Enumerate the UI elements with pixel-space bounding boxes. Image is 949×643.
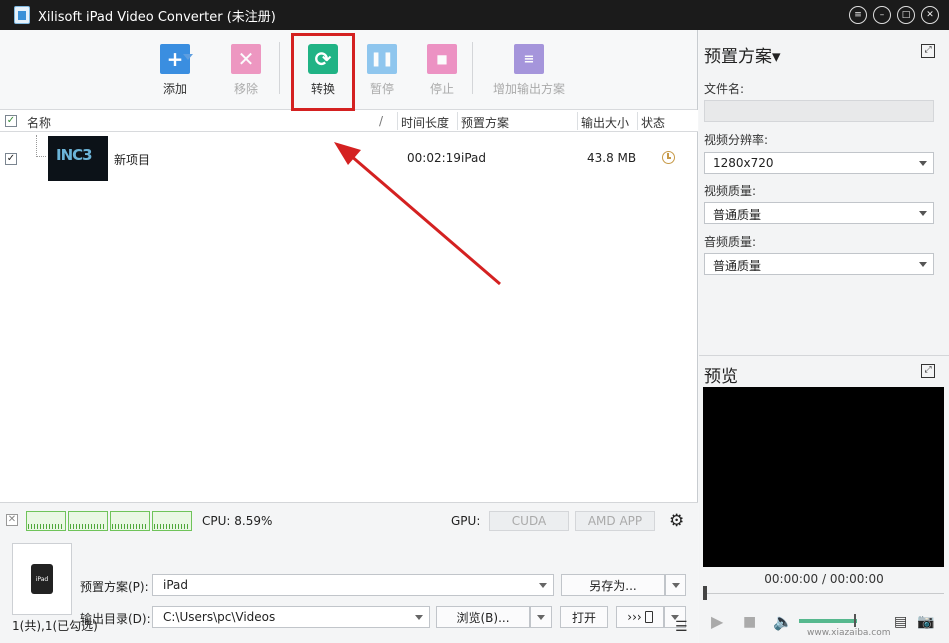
annotation-arrow [334, 142, 501, 286]
annotation-arrow-line [349, 153, 501, 286]
